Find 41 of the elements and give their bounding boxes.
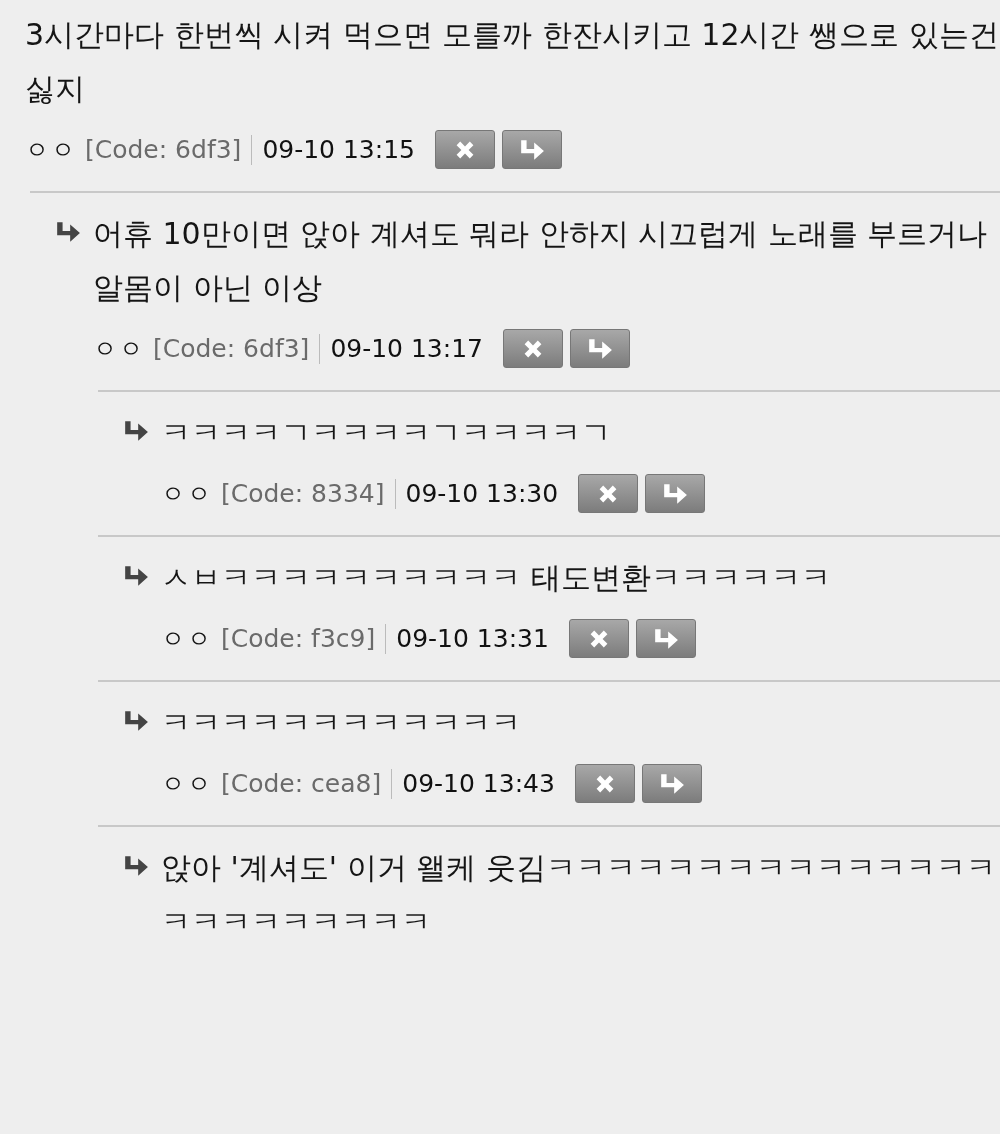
reply-arrow-icon bbox=[123, 420, 149, 442]
delete-button[interactable] bbox=[578, 474, 639, 513]
delete-button[interactable] bbox=[503, 329, 563, 368]
reply-button[interactable] bbox=[502, 130, 562, 169]
reply-arrow-icon bbox=[658, 772, 685, 795]
nickname: ㅇㅇ bbox=[25, 134, 77, 166]
reply-button[interactable] bbox=[645, 474, 706, 513]
reply-button[interactable] bbox=[570, 329, 630, 368]
comment-text: ㅅㅂㅋㅋㅋㅋㅋㅋㅋㅋㅋㅋ 태도변환ㅋㅋㅋㅋㅋㅋ bbox=[161, 559, 832, 597]
timestamp: 09-10 13:31 bbox=[395, 622, 549, 655]
reply-arrow-icon bbox=[123, 710, 149, 732]
reply-arrow-icon bbox=[652, 627, 679, 650]
user-code: [Code: cea8] bbox=[221, 768, 393, 799]
delete-button[interactable] bbox=[435, 130, 495, 169]
timestamp: 09-10 13:30 bbox=[404, 477, 559, 510]
reply-arrow-icon bbox=[123, 855, 149, 877]
delete-button[interactable] bbox=[568, 619, 629, 658]
reply-arrow-icon bbox=[519, 138, 545, 161]
comment-text: 앉아 '계셔도' 이거 왤케 웃김ㅋㅋㅋㅋㅋㅋㅋㅋㅋㅋㅋㅋㅋㅋㅋㅋㅋㅋㅋㅋㅋㅋㅋㅋ bbox=[161, 849, 997, 941]
user-code: [Code: 8334] bbox=[221, 478, 396, 509]
reply-arrow-icon bbox=[587, 337, 613, 360]
delete-button[interactable] bbox=[574, 764, 635, 803]
comment-text: ㅋㅋㅋㅋㅋㅋㅋㅋㅋㅋㅋㅋ bbox=[161, 704, 522, 742]
reply-arrow-icon bbox=[662, 482, 689, 505]
nickname: ㅇㅇ bbox=[161, 478, 213, 510]
user-code: [Code: 6df3] bbox=[153, 333, 321, 364]
user-code: [Code: 6df3] bbox=[85, 134, 253, 165]
reply-arrow-icon bbox=[123, 565, 149, 587]
reply-arrow-icon bbox=[55, 221, 81, 243]
timestamp: 09-10 13:43 bbox=[401, 767, 555, 800]
nickname: ㅇㅇ bbox=[93, 333, 145, 365]
nickname: ㅇㅇ bbox=[161, 768, 213, 800]
reply-button[interactable] bbox=[635, 619, 696, 658]
timestamp: 09-10 13:17 bbox=[329, 332, 483, 365]
timestamp: 09-10 13:15 bbox=[261, 133, 415, 166]
reply-button[interactable] bbox=[641, 764, 702, 803]
nickname: ㅇㅇ bbox=[161, 623, 213, 655]
comment-text: 3시간마다 한번씩 시켜 먹으면 모를까 한잔시키고 12시간 쌩으로 있는건 싫지 bbox=[25, 16, 1000, 108]
user-code: [Code: f3c9] bbox=[221, 623, 387, 654]
comment-text: ㅋㅋㅋㅋㄱㅋㅋㅋㅋㄱㅋㅋㅋㅋㄱ bbox=[161, 414, 612, 452]
comment-text: 어휴 10만이면 앉아 계셔도 뭐라 안하지 시끄럽게 노래를 부르거나 알몸이 아닌 이상 bbox=[93, 215, 989, 307]
